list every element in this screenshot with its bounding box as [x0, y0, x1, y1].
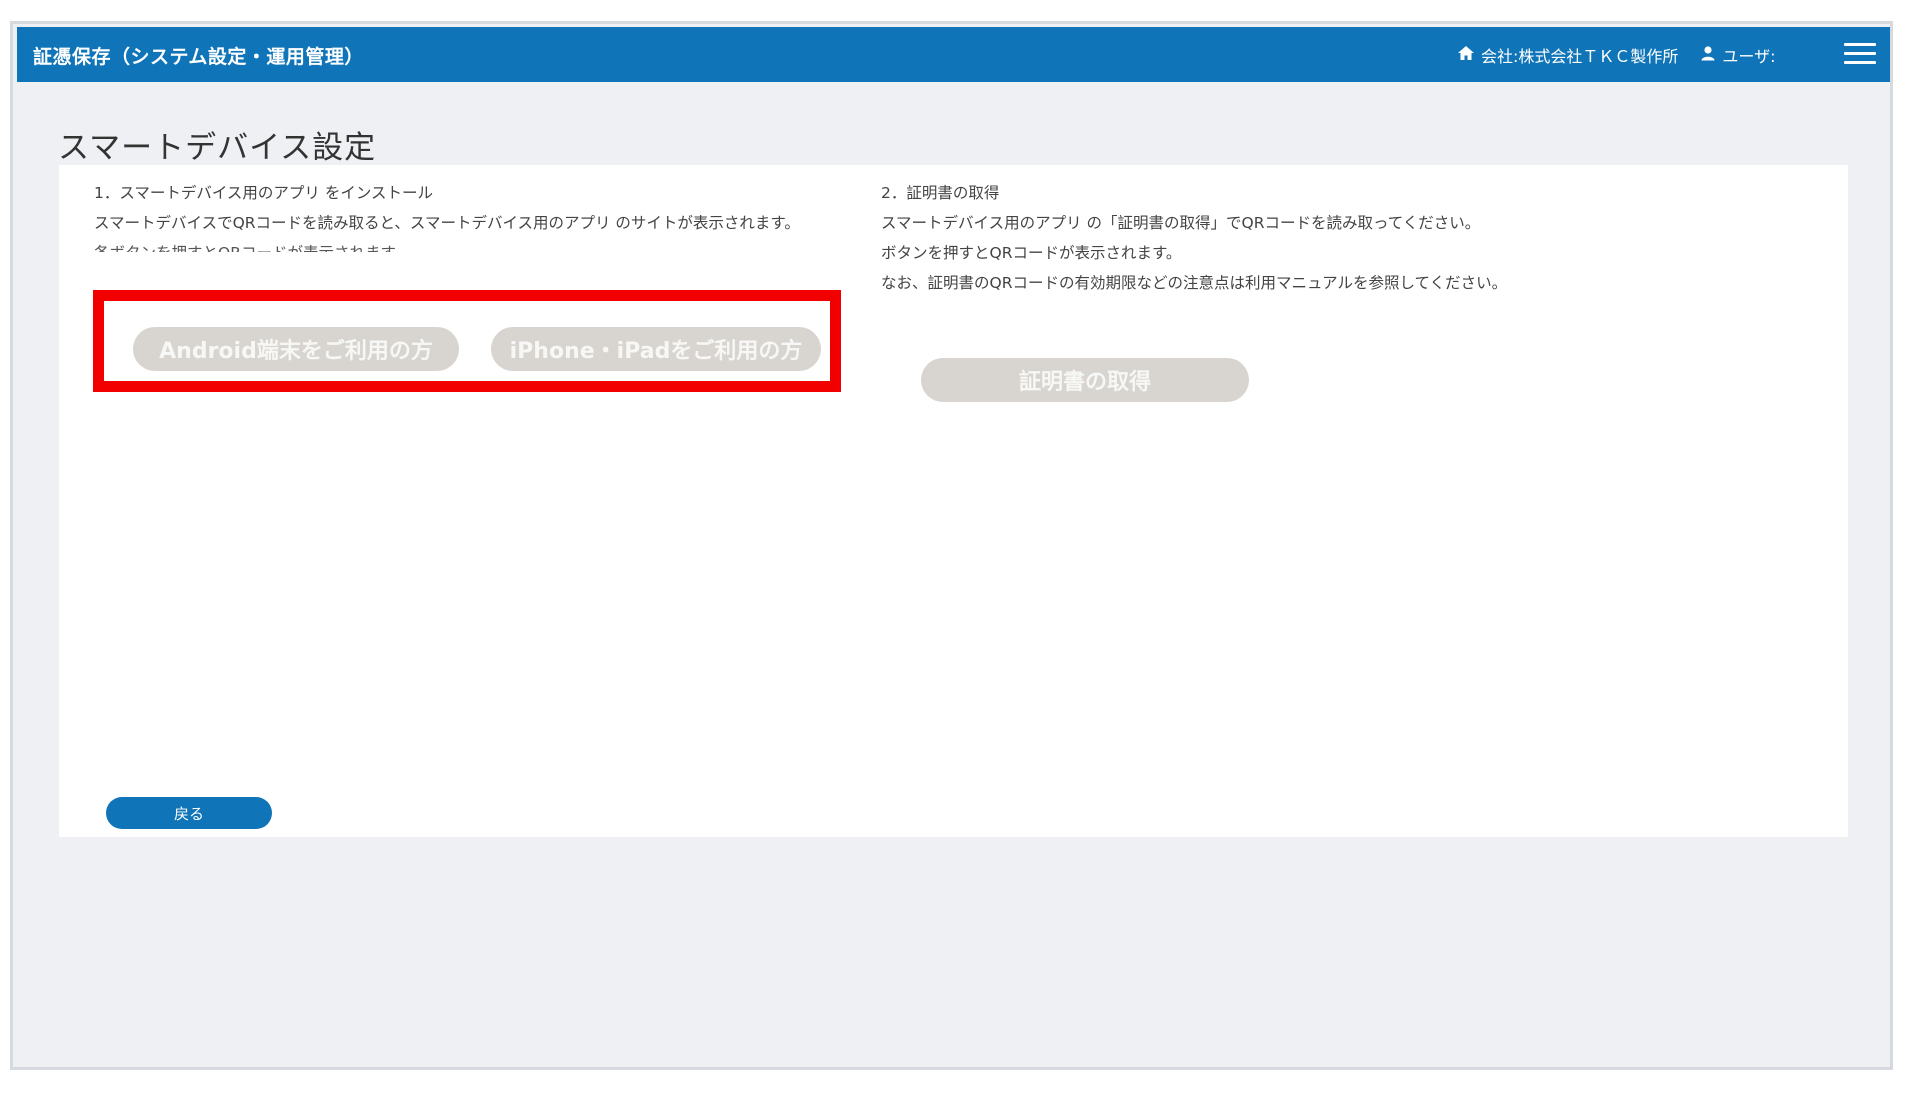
certificate-section: 2．証明書の取得 スマートデバイス用のアプリ の「証明書の取得」でQRコードを読…	[881, 178, 1507, 298]
content-panel: 1．スマートデバイス用のアプリ をインストール スマートデバイスでQRコードを読…	[59, 165, 1848, 837]
certificate-heading: 2．証明書の取得	[881, 184, 1000, 202]
header-bar: 証憑保存（システム設定・運用管理） 会社:株式会社ＴＫＣ製作所 ユーザ:	[17, 27, 1890, 82]
app-window: 証憑保存（システム設定・運用管理） 会社:株式会社ＴＫＣ製作所 ユーザ: スマー…	[10, 21, 1893, 1070]
install-app-hint: 各ボタンを押すとQRコードが表示されます。	[94, 238, 800, 252]
back-button[interactable]: 戻る	[106, 797, 272, 829]
user-name: ユーザ:	[1722, 47, 1776, 66]
certificate-description: スマートデバイス用のアプリ の「証明書の取得」でQRコードを読み取ってください。	[881, 214, 1481, 232]
company-name: 会社:株式会社ＴＫＣ製作所	[1481, 47, 1679, 66]
page-title: スマートデバイス設定	[58, 130, 377, 166]
certificate-note: なお、証明書のQRコードの有効期限などの注意点は利用マニュアルを参照してください…	[881, 274, 1508, 292]
certificate-hint: ボタンを押すとQRコードが表示されます。	[881, 244, 1182, 262]
app-title: 証憑保存（システム設定・運用管理）	[33, 46, 364, 68]
home-icon[interactable]	[1457, 45, 1475, 65]
install-app-heading: 1．スマートデバイス用のアプリ をインストール	[94, 184, 434, 202]
install-app-section: 1．スマートデバイス用のアプリ をインストール スマートデバイスでQRコードを読…	[94, 178, 800, 252]
iphone-ipad-app-button[interactable]: iPhone・iPadをご利用の方	[491, 327, 821, 371]
android-app-button[interactable]: Android端末をご利用の方	[133, 327, 459, 371]
user-icon	[1700, 45, 1716, 65]
get-certificate-button[interactable]: 証明書の取得	[921, 358, 1249, 402]
hamburger-menu-icon[interactable]	[1844, 39, 1876, 69]
install-app-description: スマートデバイスでQRコードを読み取ると、スマートデバイス用のアプリ のサイトが…	[94, 214, 800, 232]
header-user-info: 会社:株式会社ＴＫＣ製作所 ユーザ:	[1457, 43, 1775, 67]
